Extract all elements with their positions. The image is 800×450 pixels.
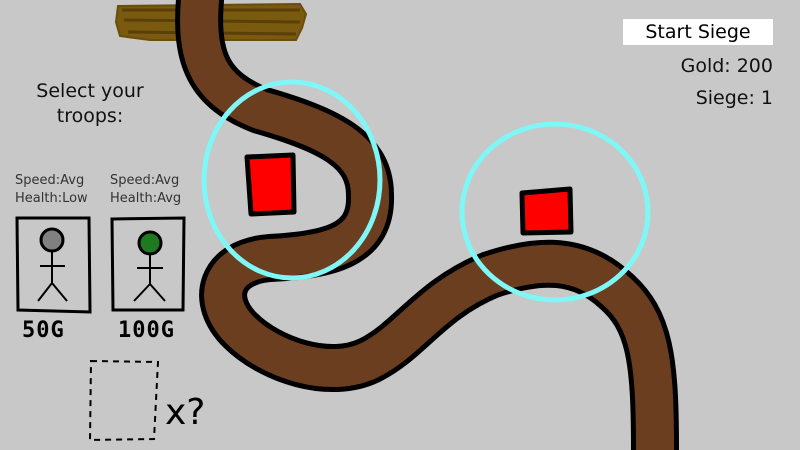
troop-advanced-price: 100G	[118, 318, 175, 343]
enemy-path	[175, 0, 679, 450]
troop-advanced-stats: Speed:Avg Health:Avg	[110, 172, 181, 208]
tower-1-body	[244, 152, 297, 217]
troop-advanced-head	[137, 230, 163, 256]
locked-troop-slot[interactable]	[88, 359, 160, 442]
siege-counter: Siege: 1	[695, 87, 773, 109]
game-stage: Start Siege Gold: 200 Siege: 1 Select yo…	[0, 0, 800, 450]
troop-basic-health: Health:Low	[15, 191, 88, 206]
troop-select-title: Select your troops:	[36, 80, 144, 127]
troop-card-basic[interactable]	[15, 216, 92, 314]
troop-basic-head	[39, 227, 65, 253]
locked-slot-label: x?	[165, 392, 206, 433]
troop-advanced-speed: Speed:Avg	[110, 173, 180, 188]
gold-counter: Gold: 200	[680, 55, 773, 77]
tower-2-body	[519, 186, 574, 236]
troop-basic-stats: Speed:Avg Health:Low	[15, 172, 88, 208]
troop-basic-speed: Speed:Avg	[15, 173, 85, 188]
troop-card-advanced[interactable]	[110, 216, 186, 312]
troop-advanced-health: Health:Avg	[110, 191, 182, 206]
troop-basic-price: 50G	[22, 318, 65, 343]
start-siege-button[interactable]: Start Siege	[623, 19, 773, 45]
